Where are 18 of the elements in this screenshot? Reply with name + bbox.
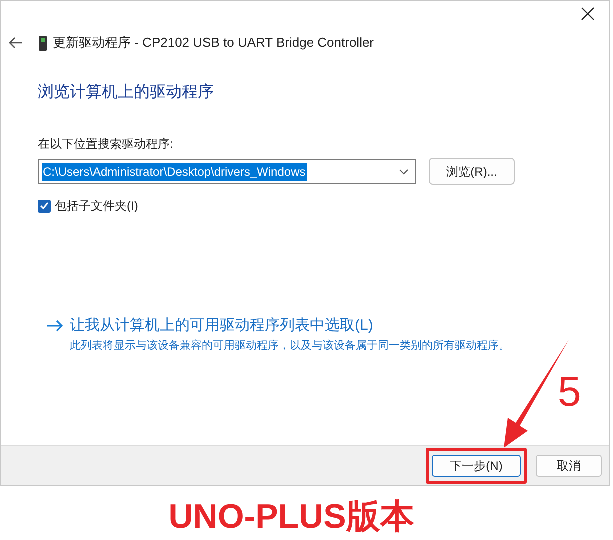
dialog-button[interactable]: 取消 — [536, 454, 602, 476]
search-label: 在以下位置搜索驱动程序: — [38, 136, 174, 153]
page-heading: 浏览计算机上的驱动程序 — [38, 82, 215, 103]
checkbox-label: 包括子文件夹(I) — [55, 198, 138, 215]
link-description: 此列表将显示与该设备兼容的可用驱动程序，以及与该设备属于同一类别的所有驱动程序。 — [70, 338, 511, 354]
dialog-button[interactable]: 下一步(N) — [432, 454, 521, 476]
close-icon[interactable] — [581, 7, 595, 21]
window-title: 更新驱动程序 - CP2102 USB to UART Bridge Controller — [53, 34, 374, 52]
path-combo-field[interactable]: C:\Users\Administrator\Desktop\drivers_Windows — [38, 159, 416, 184]
checkbox[interactable] — [38, 200, 51, 212]
arrow-right-icon — [46, 320, 64, 332]
dropdown-caret-icon[interactable] — [399, 168, 409, 174]
back-arrow-icon[interactable] — [9, 37, 23, 49]
browse-button[interactable]: 浏览(R)... — [429, 158, 515, 185]
caption: UNO-PLUS版本 — [168, 497, 416, 538]
device-icon — [39, 36, 47, 50]
step-number: 5 — [558, 368, 582, 416]
pick-driver-link[interactable]: 让我从计算机上的可用驱动程序列表中选取(L) — [70, 315, 550, 338]
